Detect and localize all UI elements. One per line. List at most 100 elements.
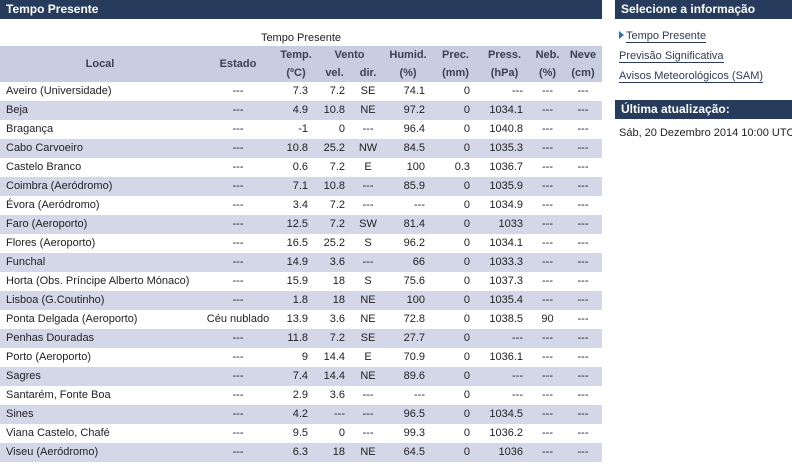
- cell-prec: 0: [433, 101, 479, 120]
- col-header-local: Local: [0, 46, 200, 82]
- cell-dir: S: [364, 275, 372, 287]
- table-row: Horta (Obs. Príncipe Alberto Mónaco) --- 1…: [0, 272, 602, 291]
- cell-dir: S: [364, 237, 372, 249]
- cell-vel: 10.8: [316, 177, 353, 196]
- cell-press: 1033.3: [478, 253, 532, 272]
- cell-temp: 4.9: [276, 101, 316, 120]
- cell-local: Penhas Douradas: [0, 329, 200, 348]
- cell-temp: 7.1: [276, 177, 316, 196]
- cell-neb: ---: [531, 405, 565, 424]
- last-update-title: Última atualização:: [621, 102, 730, 116]
- cell-neb: ---: [531, 139, 565, 158]
- cell-press: 1035.3: [478, 139, 532, 158]
- cell-estado: ---: [200, 329, 276, 348]
- table-caption: Tempo Presente: [260, 32, 342, 44]
- cell-neve: ---: [577, 275, 589, 287]
- cell-humid: 96.4: [403, 123, 426, 135]
- last-update-value: Sáb, 20 Dezembro 2014 10:00 UTC: [619, 127, 792, 139]
- cell-humid: 64.5: [383, 443, 434, 462]
- cell-estado: ---: [232, 123, 244, 135]
- col-header-estado: Estado: [200, 46, 276, 82]
- cell-neb: ---: [531, 329, 565, 348]
- cell-temp: 7.4: [276, 367, 316, 386]
- cell-press: 1036.7: [489, 161, 524, 173]
- cell-estado: ---: [232, 389, 244, 401]
- cell-prec: 0: [433, 253, 479, 272]
- cell-neve: ---: [577, 389, 589, 401]
- page-title-bar: Tempo Presente: [0, 0, 602, 19]
- table-row: Beja --- 4.9 10.8 NE 97.2 0 1034.1 --- ---: [0, 101, 603, 120]
- cell-neve: ---: [564, 253, 603, 272]
- menu-item-avisos-meteorologicos[interactable]: Avisos Meteorológicos (SAM): [619, 66, 792, 86]
- cell-vel: 14.4: [323, 351, 345, 363]
- cell-local: Sagres: [0, 367, 200, 386]
- cell-estado: ---: [200, 139, 276, 158]
- cell-press: 1035.4: [478, 291, 532, 310]
- cell-neve: ---: [564, 329, 603, 348]
- col-header-neb: Neb.: [531, 46, 565, 64]
- col-unit-humid: (%): [383, 64, 434, 82]
- cell-vel: 7.2: [329, 85, 345, 97]
- cell-neb: ---: [531, 101, 565, 120]
- cell-neb: ---: [542, 199, 554, 211]
- cell-dir: E: [364, 351, 372, 363]
- cell-neb: ---: [542, 275, 554, 287]
- cell-neb: 90: [541, 313, 554, 325]
- menu-item-tempo-presente[interactable]: Tempo Presente: [619, 26, 792, 46]
- cell-estado: ---: [232, 351, 244, 363]
- cell-humid: ---: [414, 199, 426, 211]
- cell-humid: 75.6: [403, 275, 426, 287]
- cell-dir: SW: [353, 215, 384, 234]
- cell-neb: ---: [542, 427, 554, 439]
- cell-press: ---: [478, 367, 532, 386]
- table-row: Faro (Aeroporto) --- 12.5 7.2 SW 81.4 0 1033 ---…: [0, 215, 603, 234]
- cell-vel: 25.2: [316, 139, 353, 158]
- last-update-bar: Última atualização:: [615, 100, 792, 119]
- col-header-vento: Vento: [316, 46, 384, 64]
- cell-local: Aveiro (Universidade): [6, 85, 112, 97]
- cell-humid: 72.8: [403, 313, 426, 325]
- cell-temp: 9: [301, 351, 308, 363]
- table-row: Évora (Aeródromo) --- 3.4 7.2 --- --- 0 1034.9 -…: [0, 196, 602, 215]
- info-menu: Tempo Presente Previsão Significativa Av…: [615, 26, 792, 86]
- table-row: Funchal --- 14.9 3.6 --- 66 0 1033.3 --- ---: [0, 253, 603, 272]
- cell-vel: 10.8: [316, 101, 353, 120]
- table-body: Aveiro (Universidade) --- 7.3 7.2 SE 74.1 0 ---…: [0, 82, 603, 462]
- cell-press: 1036.2: [489, 427, 524, 439]
- cell-estado: ---: [232, 237, 244, 249]
- cell-dir: ---: [362, 123, 374, 135]
- page-title: Tempo Presente: [6, 2, 99, 16]
- cell-vel: 25.2: [323, 237, 345, 249]
- cell-temp: 6.3: [276, 443, 316, 462]
- table-row: Porto (Aeroporto) --- 9 14.4 E 70.9 0 1036.1 ---…: [0, 348, 602, 367]
- cell-neve: ---: [564, 443, 603, 462]
- cell-press: 1036.1: [489, 351, 524, 363]
- cell-neb: ---: [542, 161, 554, 173]
- cell-vel: 7.2: [329, 161, 345, 173]
- select-info-bar: Selecione a informação: [615, 0, 792, 19]
- cell-dir: ---: [353, 177, 384, 196]
- cell-humid: 70.9: [403, 351, 426, 363]
- table-row: Cabo Carvoeiro --- 10.8 25.2 NW 84.5 0 1035.3 --…: [0, 139, 603, 158]
- cell-neve: ---: [577, 237, 589, 249]
- col-header-temp: Temp.: [276, 46, 316, 64]
- cell-dir: NE: [353, 443, 384, 462]
- cell-temp: 14.9: [276, 253, 316, 272]
- cell-estado: ---: [200, 367, 276, 386]
- cell-dir: NE: [353, 291, 384, 310]
- cell-vel: 18: [316, 291, 353, 310]
- cell-prec: 0: [433, 177, 479, 196]
- cell-press: 1034.5: [478, 405, 532, 424]
- cell-local: Castelo Branco: [6, 161, 82, 173]
- cell-humid: 99.3: [403, 427, 426, 439]
- cell-local: Bragança: [6, 123, 54, 135]
- cell-press: ---: [512, 389, 524, 401]
- cell-prec: 0: [463, 123, 471, 135]
- col-header-press: Press.: [478, 46, 532, 64]
- menu-item-previsao-significativa[interactable]: Previsão Significativa: [619, 46, 792, 66]
- col-unit-temp: (ºC): [276, 64, 316, 82]
- cell-temp: 13.9: [286, 313, 308, 325]
- cell-prec: 0: [463, 85, 471, 97]
- cell-neve: ---: [577, 85, 589, 97]
- cell-neve: ---: [577, 313, 589, 325]
